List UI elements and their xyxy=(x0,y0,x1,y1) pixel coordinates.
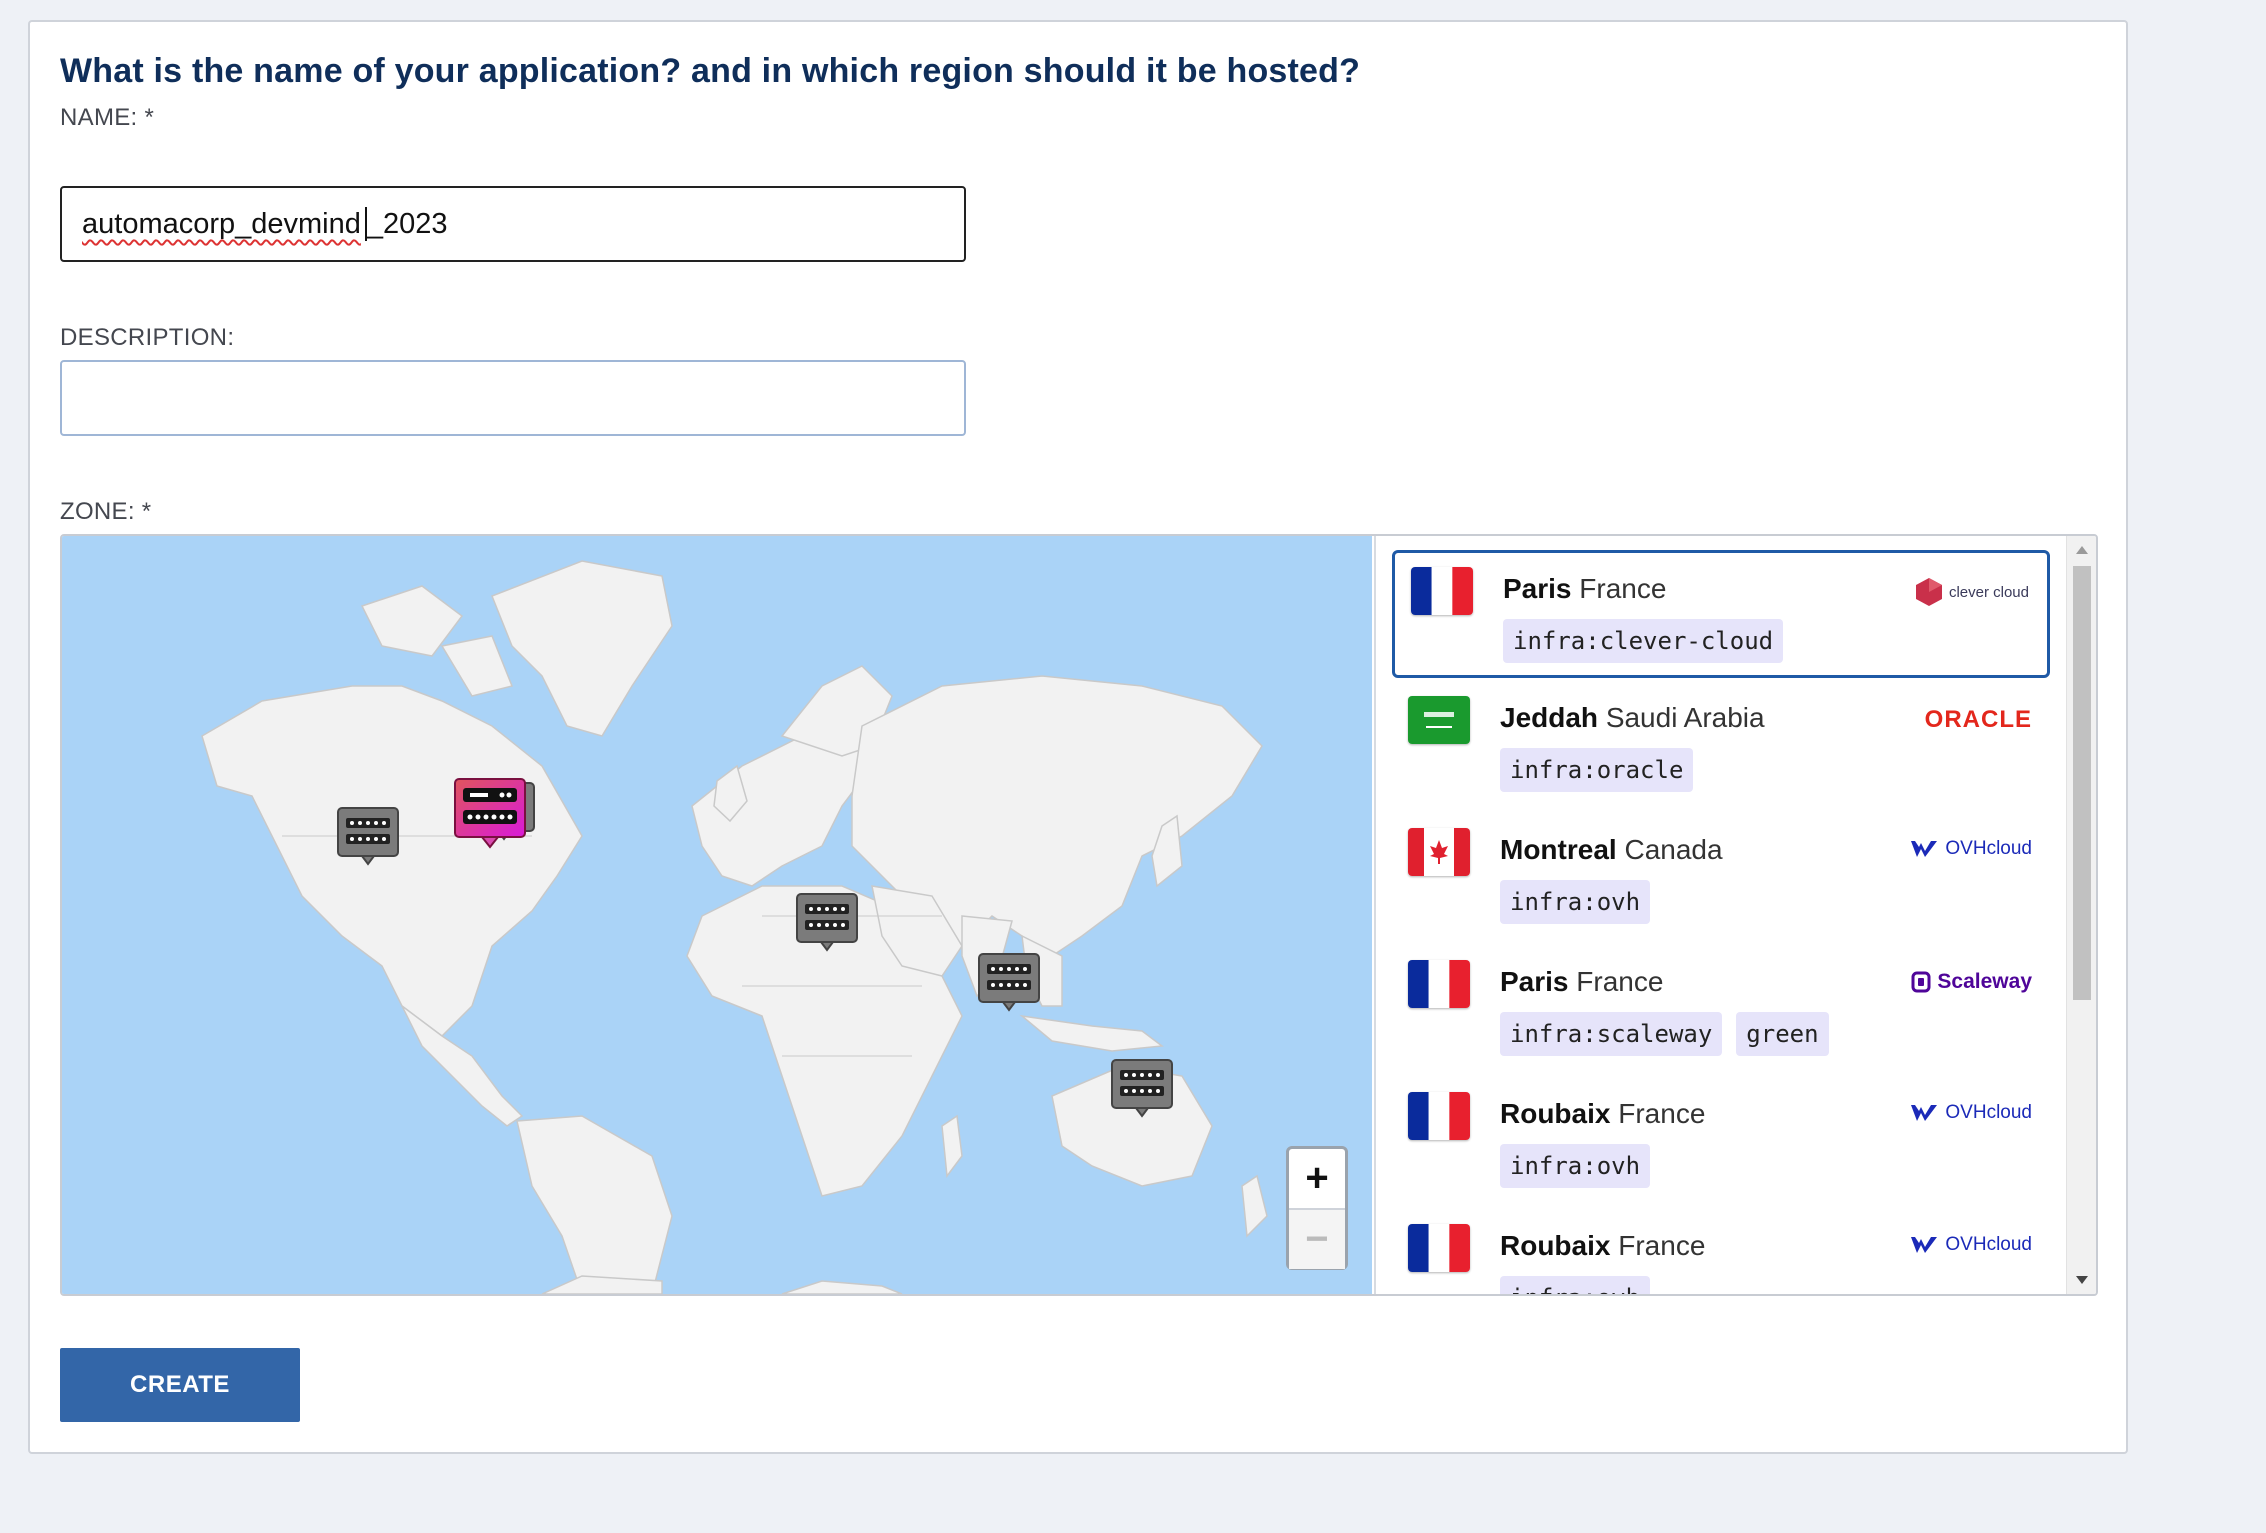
zone-tag: infra:scaleway xyxy=(1500,1012,1723,1056)
zone-tag: infra:ovh xyxy=(1500,1144,1651,1188)
scaleway-logo: Scaleway xyxy=(1911,970,2032,994)
map-marker-montreal[interactable] xyxy=(336,806,400,866)
scaleway-icon xyxy=(1911,971,1931,993)
zone-picker: + − Paris France infra:clever-cloud clev… xyxy=(60,534,2098,1296)
zone-list-scrollbar[interactable] xyxy=(2066,536,2096,1294)
canada-flag-icon xyxy=(1408,828,1470,876)
create-button[interactable]: CREATE xyxy=(60,1348,300,1422)
zone-option-roubaix-ovh[interactable]: Roubaix France infra:ovh OVHcloud xyxy=(1392,1078,2050,1206)
zone-tag: infra:ovh xyxy=(1500,880,1651,924)
map-marker-paris-selected[interactable] xyxy=(452,776,528,850)
france-flag-icon xyxy=(1408,1092,1470,1140)
saudi-arabia-flag-icon xyxy=(1408,696,1470,744)
ovhcloud-logo: OVHcloud xyxy=(1909,1102,2032,1124)
create-app-card: What is the name of your application? an… xyxy=(28,20,2128,1454)
scroll-down-arrow-icon[interactable] xyxy=(2076,1276,2088,1284)
clever-cloud-logo: clever cloud xyxy=(1915,577,2029,607)
ovhcloud-icon xyxy=(1911,841,1938,857)
zone-option-montreal-ovh[interactable]: Montreal Canada infra:ovh OVHcloud xyxy=(1392,814,2050,942)
zone-option-paris-scaleway[interactable]: Paris France infra:scaleway green Scalew… xyxy=(1392,946,2050,1074)
oracle-logo: ORACLE xyxy=(1924,706,2032,733)
scroll-thumb[interactable] xyxy=(2073,566,2091,1000)
france-flag-icon xyxy=(1408,1224,1470,1272)
france-flag-icon xyxy=(1411,567,1473,615)
france-flag-icon xyxy=(1408,960,1470,1008)
map-marker-singapore[interactable] xyxy=(977,952,1041,1012)
zone-city: Paris France xyxy=(1503,573,1667,604)
name-input[interactable]: automacorp_devmind _2023 xyxy=(60,186,966,262)
zone-city: Jeddah Saudi Arabia xyxy=(1500,702,1765,733)
zone-city: Montreal Canada xyxy=(1500,834,1723,865)
map-marker-jeddah[interactable] xyxy=(795,892,859,952)
name-label: NAME: * xyxy=(60,104,155,131)
zone-tag: infra:ovh xyxy=(1500,1276,1651,1294)
world-map-land xyxy=(201,560,1268,1294)
name-input-value-misspelled: automacorp_devmind xyxy=(82,208,361,240)
zoom-in-button[interactable]: + xyxy=(1289,1149,1345,1210)
zone-option-roubaix-ovh-2[interactable]: Roubaix France infra:ovh OVHcloud xyxy=(1392,1210,2050,1294)
ovhcloud-icon xyxy=(1911,1237,1938,1253)
clever-cloud-icon xyxy=(1915,578,1942,606)
ovhcloud-icon xyxy=(1911,1105,1938,1121)
map-zoom-control: + − xyxy=(1286,1146,1348,1270)
world-map[interactable]: + − xyxy=(62,536,1372,1294)
zone-tag: infra:oracle xyxy=(1500,748,1694,792)
zone-option-paris-clever-cloud[interactable]: Paris France infra:clever-cloud clever c… xyxy=(1392,550,2050,678)
description-label: DESCRIPTION: xyxy=(60,324,235,351)
zone-city: Roubaix France xyxy=(1500,1098,1706,1129)
ovhcloud-logo: OVHcloud xyxy=(1909,838,2032,860)
zone-list: Paris France infra:clever-cloud clever c… xyxy=(1374,536,2068,1294)
zone-city: Paris France xyxy=(1500,966,1664,997)
description-input[interactable] xyxy=(60,360,966,436)
zone-city: Roubaix France xyxy=(1500,1230,1706,1261)
zone-tag: green xyxy=(1736,1012,1829,1056)
zone-option-jeddah-oracle[interactable]: Jeddah Saudi Arabia infra:oracle ORACLE xyxy=(1392,682,2050,810)
name-input-value-rest: _2023 xyxy=(366,208,448,240)
zone-label: ZONE: * xyxy=(60,498,152,525)
map-marker-sydney[interactable] xyxy=(1110,1058,1174,1118)
scroll-up-arrow-icon[interactable] xyxy=(2076,546,2088,554)
zoom-out-button[interactable]: − xyxy=(1289,1210,1345,1269)
zone-tag: infra:clever-cloud xyxy=(1503,619,1784,663)
ovhcloud-logo: OVHcloud xyxy=(1909,1234,2032,1256)
page-title: What is the name of your application? an… xyxy=(60,52,1361,90)
